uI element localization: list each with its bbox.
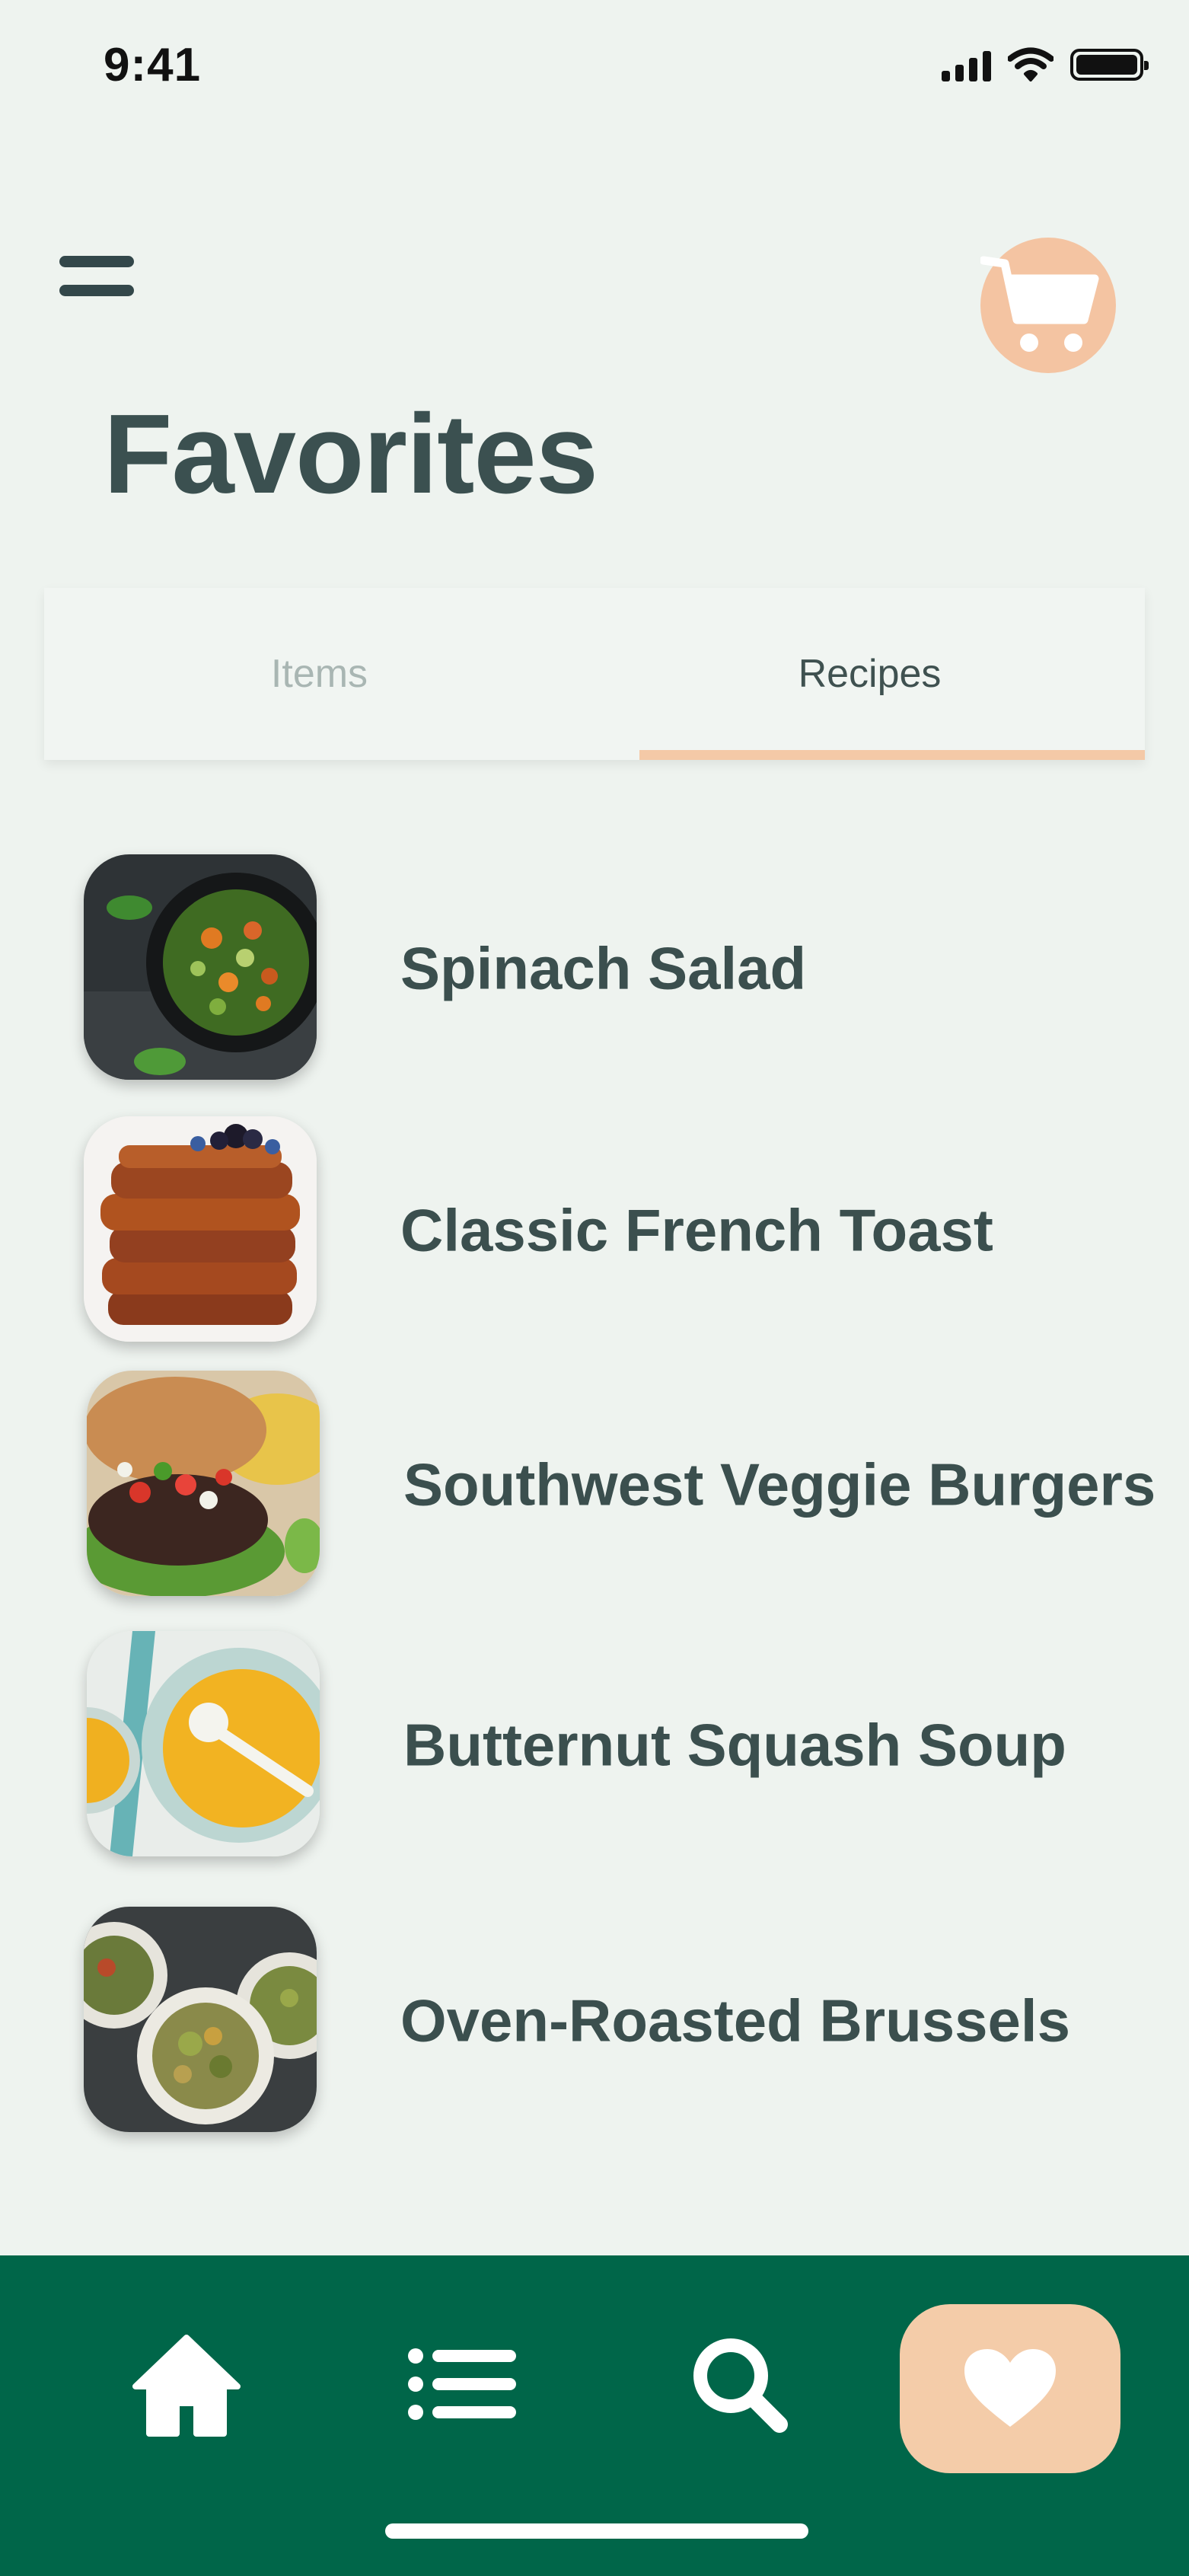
nav-home-button[interactable] (131, 2333, 242, 2438)
recipe-item-oven-roasted-brussels[interactable]: Oven-Roasted Brussels (84, 1907, 1119, 2135)
tab-recipes[interactable]: Recipes (594, 588, 1145, 760)
recipe-name: Classic French Toast (400, 1196, 993, 1264)
status-icons (942, 47, 1149, 82)
list-icon (408, 2348, 516, 2420)
nav-search-button[interactable] (690, 2335, 789, 2434)
home-icon (132, 2335, 241, 2437)
status-time: 9:41 (104, 39, 202, 91)
recipe-item-spinach-salad[interactable]: Spinach Salad (84, 854, 1119, 1083)
nav-list-button[interactable] (408, 2347, 516, 2421)
recipe-item-classic-french-toast[interactable]: Classic French Toast (84, 1116, 1119, 1345)
recipe-name: Spinach Salad (400, 934, 807, 1002)
cellular-signal-icon (942, 48, 991, 81)
recipe-thumbnail (84, 1116, 317, 1342)
tab-items[interactable]: Items (44, 588, 594, 760)
battery-icon (1070, 49, 1149, 81)
status-bar: 9:41 (0, 0, 1189, 137)
recipe-thumbnail (87, 1631, 320, 1856)
recipe-thumbnail (87, 1371, 320, 1596)
home-indicator (385, 2523, 808, 2539)
recipe-name: Butternut Squash Soup (403, 1711, 1066, 1779)
search-icon (693, 2338, 788, 2433)
tab-bar: Items Recipes (44, 588, 1145, 760)
menu-button[interactable] (59, 251, 135, 302)
nav-favorites-button[interactable] (900, 2304, 1120, 2473)
recipe-name: Oven-Roasted Brussels (400, 1987, 1070, 2054)
cart-button[interactable] (979, 238, 1116, 373)
recipe-item-southwest-veggie-burgers[interactable]: Southwest Veggie Burgers (87, 1371, 1156, 1599)
recipe-name: Southwest Veggie Burgers (403, 1451, 1156, 1518)
recipe-thumbnail (84, 1907, 317, 2132)
heart-icon (964, 2349, 1056, 2427)
wifi-icon (1008, 47, 1054, 81)
active-tab-indicator (639, 750, 1145, 760)
cart-icon (979, 256, 1099, 352)
recipe-item-butternut-squash-soup[interactable]: Butternut Squash Soup (87, 1631, 1122, 1859)
page-title: Favorites (104, 391, 598, 517)
recipe-thumbnail (84, 854, 317, 1080)
